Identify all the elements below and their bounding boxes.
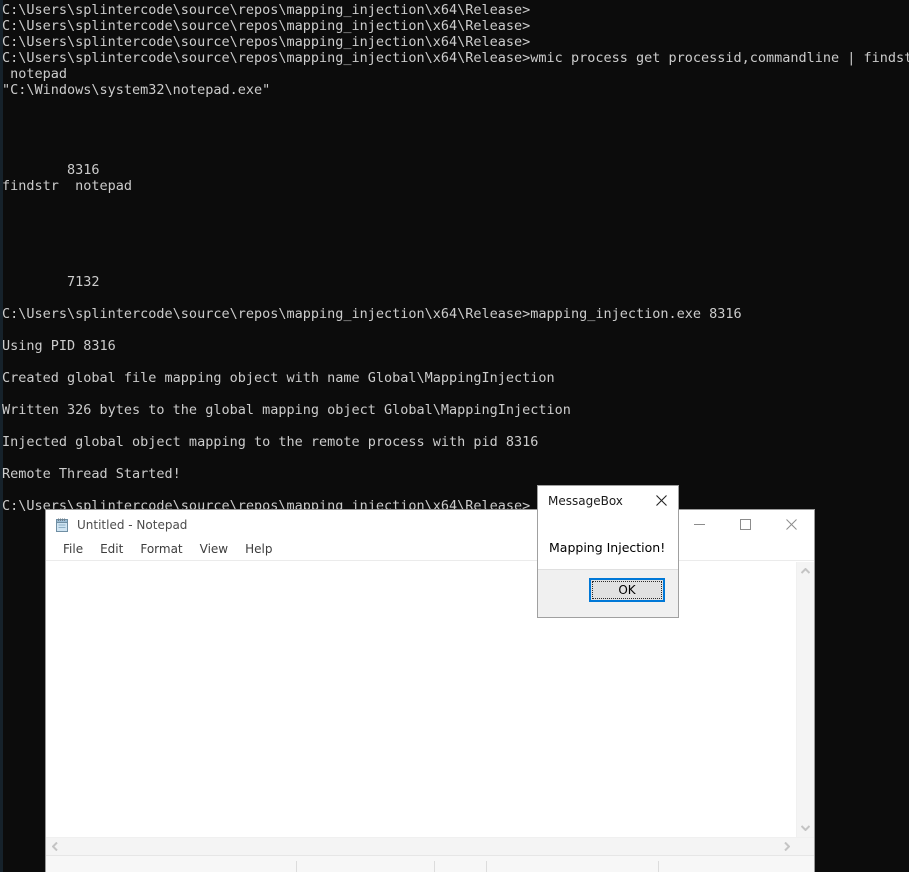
messagebox-titlebar[interactable]: MessageBox [538,486,678,515]
console-line: Written 326 bytes to the global mapping … [2,402,571,418]
console-line: Injected global object mapping to the re… [2,434,539,450]
statusbar-separator [658,861,659,872]
notepad-icon [54,517,70,533]
console-line: C:\Users\splintercode\source\repos\mappi… [2,306,742,322]
console-line: notepad [2,66,68,82]
scrollbar-corner [796,838,814,855]
maximize-button[interactable] [722,510,768,539]
console-line: 7132 [2,274,100,290]
menu-item-help[interactable]: Help [237,541,281,558]
messagebox-dialog[interactable]: MessageBox Mapping Injection! OK [537,485,679,618]
statusbar-separator [296,861,297,872]
notepad-window[interactable]: Untitled - Notepad File Edit Format View… [45,509,815,872]
console-line: C:\Users\splintercode\source\repos\mappi… [2,18,531,34]
close-button[interactable] [768,510,814,539]
horizontal-scrollbar[interactable] [46,837,814,855]
chevron-up-icon[interactable] [797,562,814,580]
chevron-left-icon[interactable] [46,838,64,855]
close-icon[interactable] [644,486,678,515]
messagebox-footer: OK [538,569,678,617]
notepad-menubar: File Edit Format View Help [46,539,814,561]
notepad-statusbar [46,855,814,872]
menu-item-view[interactable]: View [192,541,237,558]
console-line: "C:\Windows\system32\notepad.exe" [2,82,271,98]
vertical-scrollbar[interactable] [796,562,814,837]
console-line: C:\Users\splintercode\source\repos\mappi… [2,34,531,50]
minimize-button[interactable] [676,510,722,539]
menu-item-edit[interactable]: Edit [92,541,132,558]
console-line: Created global file mapping object with … [2,370,555,386]
messagebox-title: MessageBox [548,493,623,508]
menu-item-file[interactable]: File [55,541,92,558]
ok-button-label: OK [618,583,636,597]
chevron-right-icon[interactable] [778,838,796,855]
console-output: C:\Users\splintercode\source\repos\mappi… [2,2,909,514]
statusbar-separator [486,861,487,872]
notepad-text-area[interactable] [46,562,796,837]
ok-button[interactable]: OK [589,578,665,602]
console-line: C:\Users\splintercode\source\repos\mappi… [2,50,909,66]
notepad-body [46,562,814,872]
console-line: Using PID 8316 [2,338,116,354]
notepad-titlebar[interactable]: Untitled - Notepad [46,510,814,539]
notepad-title: Untitled - Notepad [77,517,188,532]
menu-item-format[interactable]: Format [132,541,191,558]
console-line: findstr notepad [2,178,133,194]
chevron-down-icon[interactable] [797,819,814,837]
window-controls [676,510,814,539]
console-line: 8316 [2,162,100,178]
console-line: Remote Thread Started! [2,466,181,482]
messagebox-content: Mapping Injection! [538,515,678,570]
messagebox-message: Mapping Injection! [549,540,666,555]
statusbar-separator [434,861,435,872]
console-line: C:\Users\splintercode\source\repos\mappi… [2,2,531,18]
